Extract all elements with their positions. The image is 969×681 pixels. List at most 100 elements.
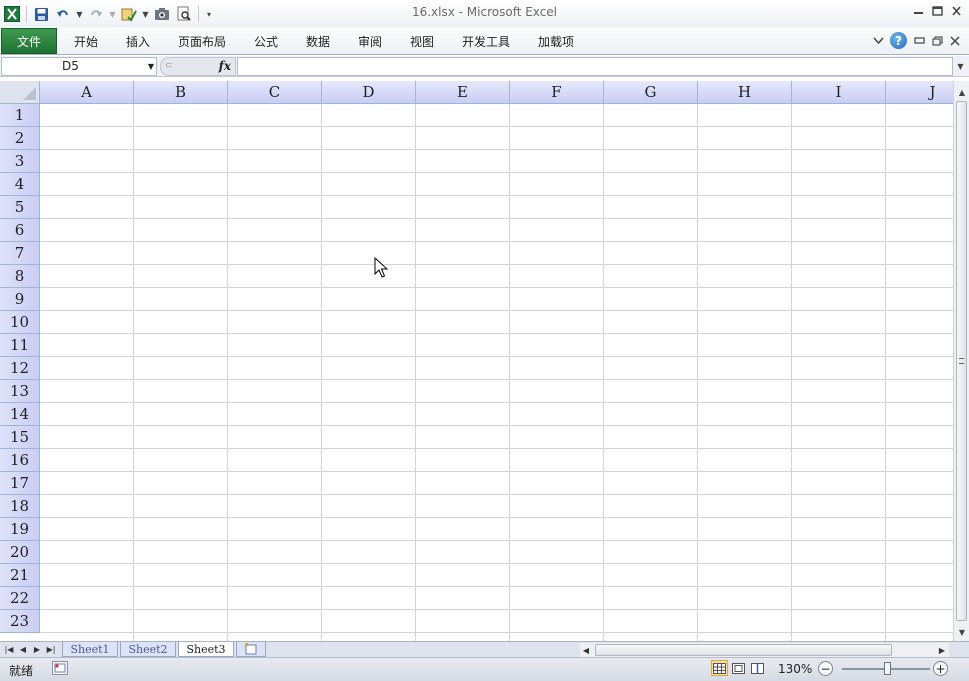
row-header-6[interactable]: 6 [0, 219, 40, 242]
horizontal-scrollbar[interactable]: ◀ ▶ [580, 643, 949, 657]
row-header-8[interactable]: 8 [0, 265, 40, 288]
workbook-close-icon[interactable] [949, 35, 961, 47]
row-header-9[interactable]: 9 [0, 288, 40, 311]
insert-function-button[interactable]: fx [219, 58, 231, 75]
zoom-out-icon[interactable]: − [818, 661, 833, 676]
gridline-horizontal [40, 448, 953, 449]
workbook-restore-icon[interactable] [931, 35, 943, 47]
row-header-2[interactable]: 2 [0, 127, 40, 150]
restore-icon[interactable] [931, 5, 944, 17]
gridline-horizontal [40, 609, 953, 610]
normal-view-icon[interactable] [711, 660, 728, 676]
row-header-23[interactable]: 23 [0, 610, 40, 633]
gridline-horizontal [40, 333, 953, 334]
tab-data[interactable]: 数据 [306, 33, 330, 50]
first-sheet-icon[interactable]: |◀ [3, 642, 15, 657]
formula-bar: D5 ▼ ⊂ fx ▼ [0, 56, 969, 77]
row-header-19[interactable]: 19 [0, 518, 40, 541]
name-box-value: D5 [62, 59, 79, 73]
zoom-level[interactable]: 130% [778, 662, 812, 676]
help-icon[interactable]: ? [890, 32, 907, 49]
sheet-tab-sheet1[interactable]: Sheet1 [62, 642, 118, 657]
row-header-16[interactable]: 16 [0, 449, 40, 472]
row-header-22[interactable]: 22 [0, 587, 40, 610]
row-header-13[interactable]: 13 [0, 380, 40, 403]
row-header-20[interactable]: 20 [0, 541, 40, 564]
file-tab[interactable]: 文件 [1, 28, 57, 54]
macro-record-icon[interactable] [52, 661, 68, 675]
gridline-horizontal [40, 563, 953, 564]
column-header-h[interactable]: H [698, 81, 792, 104]
formula-input[interactable] [237, 57, 953, 76]
formula-bar-splitter-icon[interactable]: ⊂ [165, 61, 173, 73]
sheet-tab-sheet2[interactable]: Sheet2 [120, 642, 176, 657]
name-box[interactable]: D5 ▼ [1, 57, 157, 76]
row-header-15[interactable]: 15 [0, 426, 40, 449]
select-all-button[interactable] [0, 81, 40, 104]
row-header-5[interactable]: 5 [0, 196, 40, 219]
expand-formula-bar-icon[interactable]: ▼ [954, 57, 967, 76]
vertical-scrollbar[interactable]: ▲ ▼ [953, 81, 969, 641]
row-header-3[interactable]: 3 [0, 150, 40, 173]
tab-insert[interactable]: 插入 [126, 33, 150, 50]
page-layout-view-icon[interactable] [730, 660, 747, 676]
sheet-tab-sheet3[interactable]: Sheet3 [178, 642, 234, 657]
gridline-horizontal [40, 310, 953, 311]
column-header-a[interactable]: A [40, 81, 134, 104]
page-break-view-icon[interactable] [749, 660, 766, 676]
close-icon[interactable] [950, 5, 963, 17]
row-header-4[interactable]: 4 [0, 173, 40, 196]
row-header-18[interactable]: 18 [0, 495, 40, 518]
row-header-12[interactable]: 12 [0, 357, 40, 380]
gridline-horizontal [40, 586, 953, 587]
minimize-icon[interactable] [912, 5, 925, 17]
row-header-17[interactable]: 17 [0, 472, 40, 495]
tab-formulas[interactable]: 公式 [254, 33, 278, 50]
formula-bar-buttons: ⊂ fx [160, 57, 236, 76]
horizontal-scroll-thumb[interactable] [595, 644, 892, 656]
zoom-slider-thumb[interactable] [884, 662, 891, 675]
column-header-e[interactable]: E [416, 81, 510, 104]
insert-worksheet-icon[interactable] [236, 642, 266, 657]
gridline-vertical [697, 104, 698, 641]
tab-home[interactable]: 开始 [74, 33, 98, 50]
column-header-i[interactable]: I [792, 81, 886, 104]
column-header-d[interactable]: D [322, 81, 416, 104]
scroll-up-icon[interactable]: ▲ [955, 85, 969, 99]
tab-view[interactable]: 视图 [410, 33, 434, 50]
scroll-down-icon[interactable]: ▼ [955, 625, 969, 639]
zoom-in-icon[interactable]: + [933, 661, 948, 676]
prev-sheet-icon[interactable]: ◀ [17, 642, 29, 657]
worksheet-grid[interactable]: A B C D E F G H I J 1 2 3 4 5 6 7 8 9 10 11 12 13 14 15 16 17 18 19 2… [0, 81, 953, 641]
last-sheet-icon[interactable]: ▶| [45, 642, 57, 657]
minimize-ribbon-icon[interactable] [872, 35, 884, 47]
row-header-11[interactable]: 11 [0, 334, 40, 357]
row-header-10[interactable]: 10 [0, 311, 40, 334]
tab-review[interactable]: 审阅 [358, 33, 382, 50]
gridline-vertical [885, 104, 886, 641]
tab-developer[interactable]: 开发工具 [462, 33, 510, 50]
gridline-horizontal [40, 264, 953, 265]
gridline-vertical [791, 104, 792, 641]
column-header-c[interactable]: C [228, 81, 322, 104]
scroll-right-icon[interactable]: ▶ [936, 643, 948, 657]
column-header-g[interactable]: G [604, 81, 698, 104]
vertical-scroll-thumb[interactable] [956, 101, 967, 621]
tab-add-ins[interactable]: 加载项 [538, 33, 574, 50]
workbook-minimize-icon[interactable] [913, 35, 925, 47]
column-header-f[interactable]: F [510, 81, 604, 104]
title-bar: ▼ ▼ ▼ ▾ 16.xlsx - Microsoft Excel [0, 0, 969, 27]
name-box-dropdown-icon[interactable]: ▼ [148, 58, 154, 75]
tab-page-layout[interactable]: 页面布局 [178, 33, 226, 50]
gridline-horizontal [40, 195, 953, 196]
column-header-b[interactable]: B [134, 81, 228, 104]
scroll-left-icon[interactable]: ◀ [580, 643, 592, 657]
next-sheet-icon[interactable]: ▶ [31, 642, 43, 657]
gridline-vertical [509, 104, 510, 641]
row-header-21[interactable]: 21 [0, 564, 40, 587]
row-header-1[interactable]: 1 [0, 104, 40, 127]
column-header-j[interactable]: J [886, 81, 953, 104]
mouse-cursor-icon [374, 257, 388, 278]
row-header-7[interactable]: 7 [0, 242, 40, 265]
row-header-14[interactable]: 14 [0, 403, 40, 426]
